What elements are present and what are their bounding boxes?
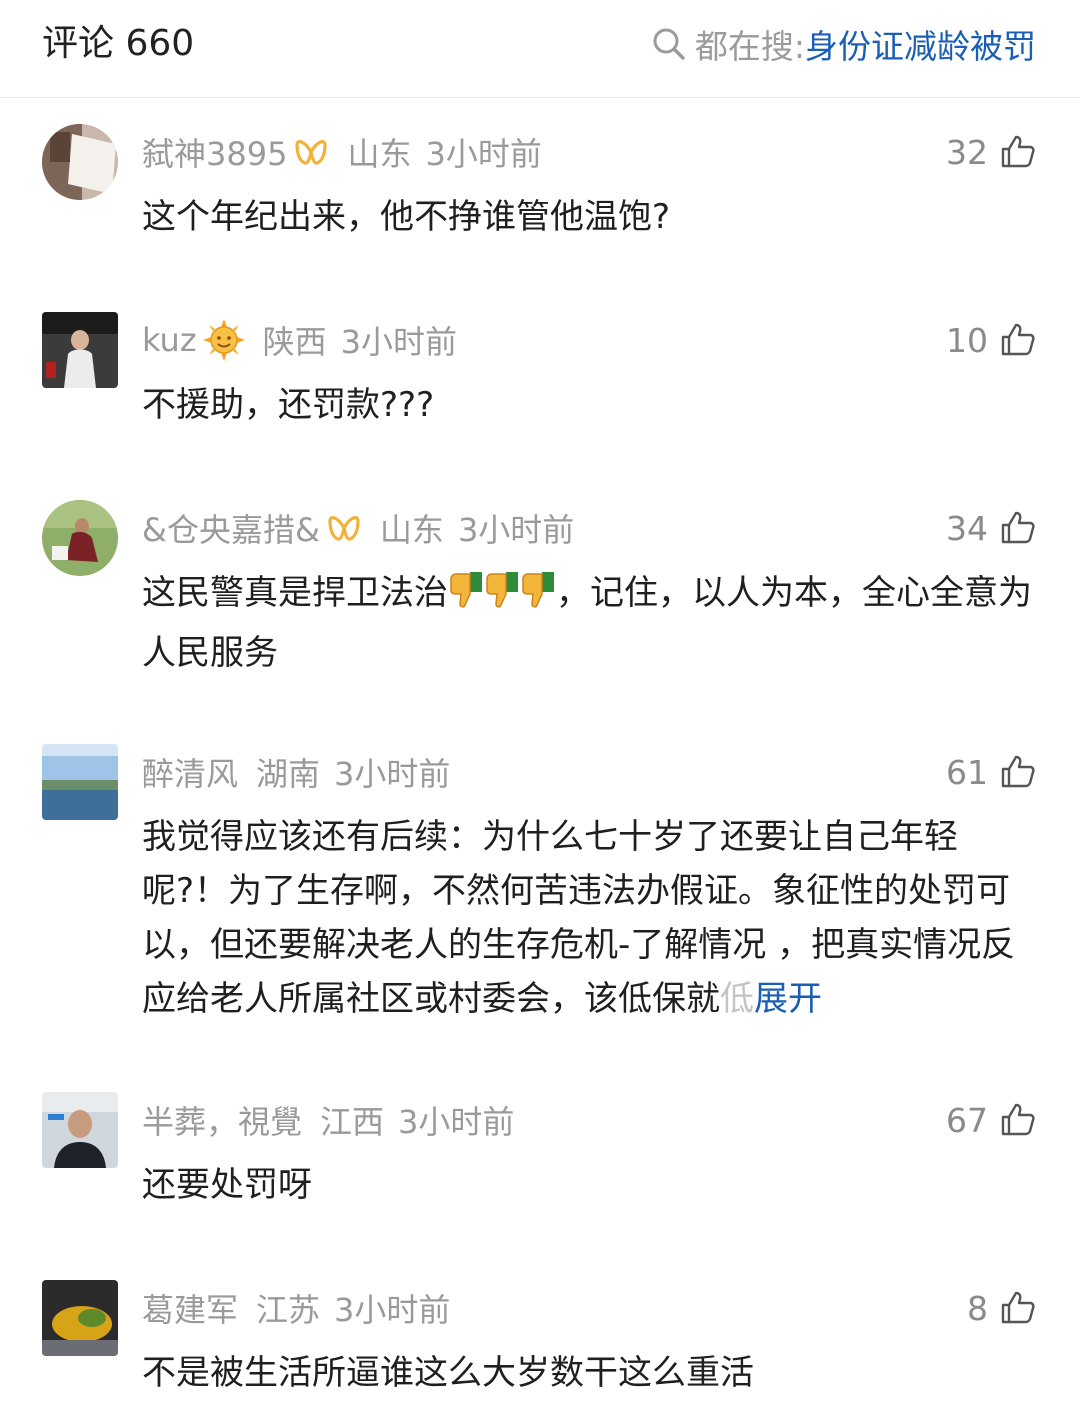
- thumbs-up-icon: [1001, 1103, 1035, 1136]
- thumbs-up-icon: [1001, 323, 1035, 356]
- expand-link[interactable]: 展开: [754, 979, 822, 1019]
- like-button[interactable]: 8: [967, 1286, 1036, 1330]
- avatar[interactable]: [42, 744, 118, 820]
- thumbs-down-emoji-icon: [520, 570, 556, 626]
- like-count: 32: [946, 132, 988, 172]
- like-button[interactable]: 34: [946, 506, 1036, 550]
- trending-search-link[interactable]: 都在搜: 身份证减龄被罚: [651, 22, 1036, 66]
- sun-emoji-icon: [202, 319, 245, 361]
- bow-badge-icon: [293, 137, 329, 167]
- truncation-fade: 低: [720, 979, 754, 1019]
- username[interactable]: 葛建军: [142, 1285, 238, 1331]
- bow-badge-icon: [326, 513, 362, 543]
- timestamp: 3小时前: [334, 755, 451, 793]
- username[interactable]: kuz: [142, 321, 197, 359]
- username[interactable]: 醉清风: [142, 749, 238, 795]
- thumbs-down-emoji-icon: [484, 570, 520, 626]
- comment-text-part: 这民警真是捍卫法治: [142, 573, 448, 613]
- comment-text-main: 我觉得应该还有后续：为什么七十岁了还要让自己年轻呢?！为了生存啊，不然何苦违法办…: [142, 817, 1016, 1019]
- like-count: 10: [946, 320, 988, 360]
- timestamp: 3小时前: [340, 323, 458, 361]
- like-button[interactable]: 61: [946, 750, 1036, 794]
- thumbs-up-icon: [1001, 135, 1035, 168]
- username[interactable]: &仓央嘉措&: [142, 505, 320, 551]
- comment-text: 这民警真是捍卫法治 ，记住，以人为本，全心全意为人民服务: [142, 566, 1038, 680]
- comment-text: 我觉得应该还有后续：为什么七十岁了还要让自己年轻呢?！为了生存啊，不然何苦违法办…: [142, 810, 1038, 1026]
- avatar[interactable]: [42, 124, 118, 200]
- comment-text: 不援助，还罚款???: [142, 385, 435, 425]
- timestamp: 3小时前: [398, 1103, 515, 1141]
- region: 山东: [347, 135, 412, 173]
- search-prefix: 都在搜:: [694, 27, 805, 66]
- timestamp: 3小时前: [425, 135, 542, 173]
- region: 湖南: [256, 755, 321, 793]
- username[interactable]: 半葬，視覺: [142, 1097, 302, 1143]
- timestamp: 3小时前: [334, 1291, 451, 1329]
- like-count: 34: [946, 508, 988, 548]
- timestamp: 3小时前: [457, 511, 575, 549]
- thumbs-down-emoji-icon: [448, 570, 484, 626]
- avatar[interactable]: [42, 312, 118, 388]
- comments-count-title: 评论 660: [42, 23, 195, 64]
- thumbs-up-icon: [1001, 1291, 1035, 1324]
- like-button[interactable]: 67: [946, 1098, 1036, 1142]
- like-count: 67: [946, 1100, 988, 1140]
- region: 陕西: [262, 323, 327, 361]
- thumbs-up-icon: [1001, 511, 1035, 544]
- search-icon: [653, 28, 685, 60]
- thumbs-up-icon: [1001, 755, 1035, 788]
- avatar[interactable]: [42, 500, 118, 576]
- search-query[interactable]: 身份证减龄被罚: [805, 20, 1036, 68]
- comments-header: 评论 660 都在搜: 身份证减龄被罚: [0, 0, 1080, 98]
- comment-text: 这个年纪出来，他不挣谁管他温饱?: [142, 197, 671, 237]
- avatar[interactable]: [42, 1092, 118, 1168]
- like-button[interactable]: 10: [946, 318, 1036, 362]
- region: 山东: [379, 511, 444, 549]
- like-count: 8: [967, 1288, 988, 1328]
- username[interactable]: 弑神3895: [142, 129, 287, 175]
- comment-text: 不是被生活所逼谁这么大岁数干这么重活: [142, 1353, 754, 1393]
- region: 江西: [320, 1103, 385, 1141]
- region: 江苏: [256, 1291, 321, 1329]
- comment-text: 还要处罚呀: [142, 1165, 312, 1205]
- avatar[interactable]: [42, 1280, 118, 1356]
- like-button[interactable]: 32: [946, 130, 1036, 174]
- like-count: 61: [946, 752, 988, 792]
